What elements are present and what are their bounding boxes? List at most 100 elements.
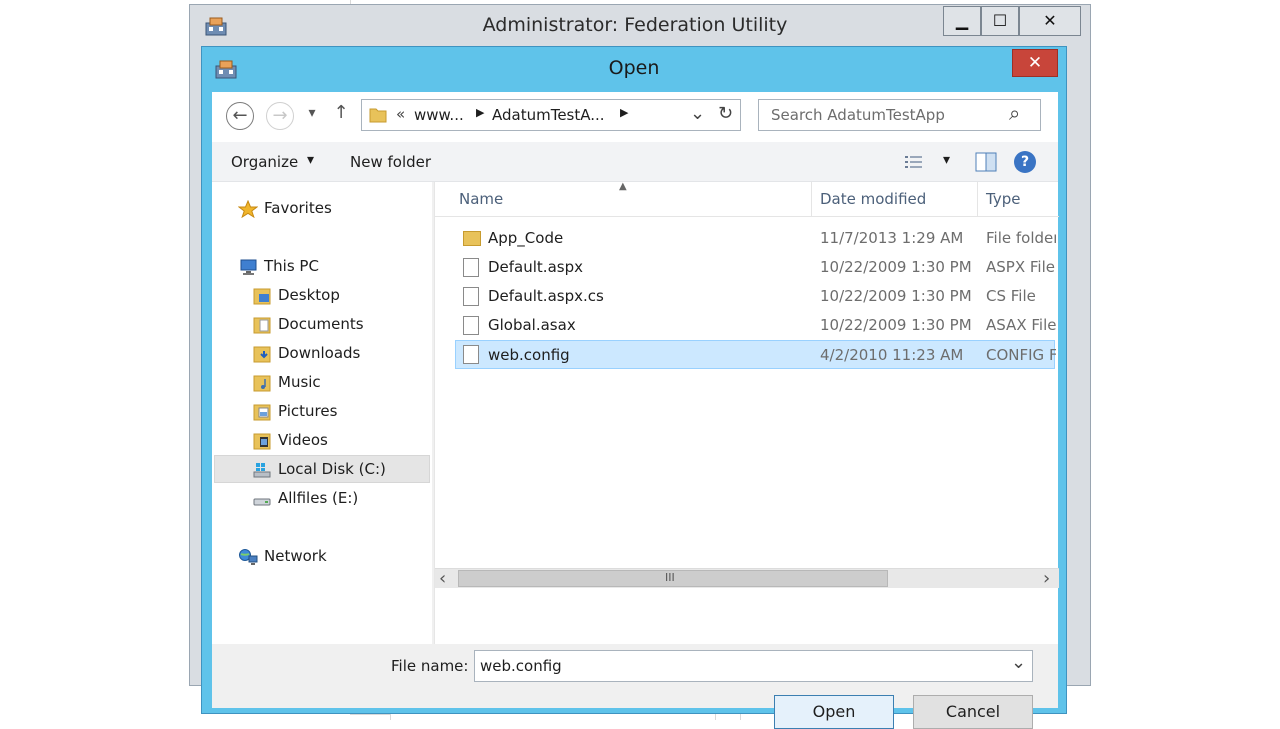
cancel-button[interactable]: Cancel [913, 695, 1033, 729]
file-list: Name ▲ Date modified Type App_Code 11/7/… [434, 181, 1059, 644]
view-dropdown-icon[interactable]: ▾ [943, 152, 950, 168]
nav-videos[interactable]: Videos [252, 427, 328, 453]
file-date: 10/22/2009 1:30 PM [820, 258, 972, 276]
column-header-date[interactable]: Date modified [812, 182, 978, 216]
scrollbar-grip: III [665, 571, 675, 584]
scroll-right-icon[interactable]: › [1043, 568, 1050, 589]
document-icon [463, 316, 479, 335]
maximize-button[interactable]: ☐ [981, 6, 1019, 36]
open-dialog: Open ✕ ← → ▾ ↑ « www... ▶ AdatumTestA...… [201, 46, 1067, 729]
file-row[interactable]: Global.asax 10/22/2009 1:30 PM ASAX File [455, 311, 1056, 340]
new-folder-button[interactable]: New folder [350, 153, 431, 171]
file-row-selected[interactable]: web.config 4/2/2010 11:23 AM CONFIG File [455, 340, 1056, 369]
refresh-icon[interactable]: ↻ [718, 103, 733, 124]
document-icon [463, 258, 479, 277]
nav-documents[interactable]: Documents [252, 311, 364, 337]
sort-ascending-icon: ▲ [619, 181, 627, 192]
file-type: ASAX File [986, 316, 1056, 334]
nav-label: Network [264, 547, 327, 565]
breadcrumb-item[interactable]: www... [414, 106, 464, 124]
close-button[interactable]: ✕ [1019, 6, 1081, 36]
videos-folder-icon [252, 432, 272, 450]
file-row[interactable]: Default.aspx 10/22/2009 1:30 PM ASPX Fil… [455, 253, 1055, 282]
file-date: 4/2/2010 11:23 AM [820, 346, 964, 364]
scroll-left-icon[interactable]: ‹ [439, 568, 446, 589]
breadcrumb-arrow-icon[interactable]: ▶ [476, 106, 484, 119]
bg-line [715, 714, 716, 720]
file-row[interactable]: Default.aspx.cs 10/22/2009 1:30 PM CS Fi… [455, 282, 1055, 311]
nav-label: Documents [278, 315, 364, 333]
music-folder-icon [252, 374, 272, 392]
open-button[interactable]: Open [774, 695, 894, 729]
document-icon [463, 287, 479, 306]
nav-allfiles-e[interactable]: Allfiles (E:) [252, 485, 358, 511]
nav-label: Local Disk (C:) [278, 460, 386, 478]
file-name: App_Code [488, 229, 564, 247]
forward-button[interactable]: → [266, 102, 294, 130]
address-bar[interactable]: « www... ▶ AdatumTestA... ▶ ⌄ ↻ [361, 99, 741, 131]
file-name: Default.aspx.cs [488, 287, 604, 305]
nav-label: This PC [264, 257, 319, 275]
recent-locations-dropdown[interactable]: ▾ [304, 105, 320, 125]
nav-label: Videos [278, 431, 328, 449]
dialog-client-area: ← → ▾ ↑ « www... ▶ AdatumTestA... ▶ ⌄ ↻ … [212, 92, 1059, 729]
file-name-input[interactable]: web.config [480, 657, 562, 675]
downloads-folder-icon [252, 345, 272, 363]
file-name-dropdown-icon[interactable]: ⌄ [1011, 652, 1026, 673]
nav-downloads[interactable]: Downloads [252, 340, 360, 366]
star-icon [237, 199, 259, 218]
nav-pictures[interactable]: Pictures [252, 398, 337, 424]
computer-icon [238, 258, 258, 276]
network-icon [238, 548, 258, 566]
pictures-folder-icon [252, 403, 272, 421]
command-bar: Organize ▾ New folder ▾ ? [212, 142, 1058, 182]
nav-network[interactable]: Network [238, 543, 327, 569]
documents-folder-icon [252, 316, 272, 334]
file-date: 10/22/2009 1:30 PM [820, 316, 972, 334]
file-name: Default.aspx [488, 258, 583, 276]
organize-button[interactable]: Organize [231, 153, 298, 171]
file-row[interactable]: App_Code 11/7/2013 1:29 AM File folder [455, 224, 1056, 253]
file-name-label: File name: [391, 657, 469, 675]
back-button[interactable]: ← [226, 102, 254, 130]
nav-music[interactable]: Music [252, 369, 321, 395]
horizontal-scrollbar[interactable]: ‹ III › [435, 568, 1059, 589]
file-type: CS File [986, 287, 1036, 305]
organize-dropdown-icon[interactable]: ▾ [307, 152, 314, 168]
help-icon[interactable]: ? [1014, 151, 1036, 173]
nav-label: Music [278, 373, 321, 391]
minimize-button[interactable]: ▁ [943, 6, 981, 36]
nav-local-disk-c[interactable]: Local Disk (C:) [214, 455, 430, 483]
dialog-close-button[interactable]: ✕ [1012, 49, 1058, 77]
breadcrumb-item[interactable]: AdatumTestA... [492, 106, 605, 124]
column-header-name[interactable]: Name ▲ [451, 181, 812, 216]
header-divider [435, 216, 1059, 217]
file-name: web.config [488, 346, 570, 364]
column-header-label: Name [459, 190, 504, 208]
up-button[interactable]: ↑ [330, 102, 352, 128]
nav-label: Downloads [278, 344, 361, 362]
address-row: ← → ▾ ↑ « www... ▶ AdatumTestA... ▶ ⌄ ↻ … [212, 92, 1058, 142]
nav-label: Desktop [278, 286, 340, 304]
nav-this-pc[interactable]: This PC [238, 253, 319, 279]
bg-line [390, 714, 391, 720]
view-details-icon[interactable] [904, 154, 924, 170]
file-name-combobox[interactable]: web.config ⌄ [474, 650, 1033, 682]
nav-desktop[interactable]: Desktop [252, 282, 340, 308]
nav-label: Allfiles (E:) [278, 489, 359, 507]
nav-favorites[interactable]: Favorites [237, 195, 332, 221]
outer-title-bar[interactable]: Administrator: Federation Utility ▁ ☐ ✕ [190, 5, 1090, 45]
document-icon [463, 345, 479, 364]
dialog-title: Open [608, 57, 660, 79]
scrollbar-thumb[interactable]: III [458, 570, 888, 587]
preview-pane-icon[interactable] [975, 152, 997, 172]
file-type: CONFIG File [986, 346, 1056, 364]
breadcrumb-overflow[interactable]: « [396, 105, 405, 123]
search-box[interactable]: Search AdatumTestApp ⌕ [758, 99, 1041, 131]
file-date: 10/22/2009 1:30 PM [820, 287, 972, 305]
breadcrumb-arrow-icon[interactable]: ▶ [620, 106, 628, 119]
column-header-type[interactable]: Type [978, 182, 1059, 216]
address-dropdown-icon[interactable]: ⌄ [690, 103, 705, 124]
search-icon[interactable]: ⌕ [1009, 101, 1020, 125]
dialog-title-bar[interactable]: Open ✕ [202, 47, 1066, 93]
